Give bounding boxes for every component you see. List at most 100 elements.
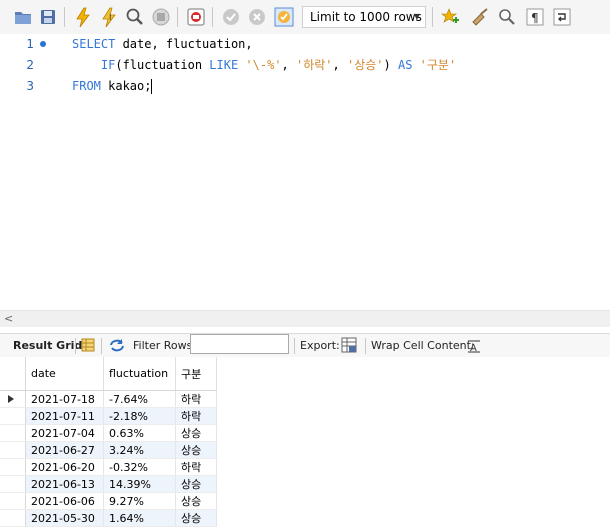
refresh-icon[interactable] (108, 338, 126, 353)
filter-rows-input[interactable] (190, 334, 289, 354)
table-cell[interactable]: -0.32% (103, 458, 176, 476)
row-header[interactable] (0, 441, 26, 459)
toolbar-separator (294, 338, 295, 354)
table-cell[interactable]: 상승 (175, 509, 217, 527)
table-cell[interactable]: -2.18% (103, 407, 176, 425)
row-header[interactable] (0, 424, 26, 442)
table-cell[interactable]: 하락 (175, 407, 217, 425)
sql-text: ) (383, 58, 398, 72)
sql-keyword: AS (397, 58, 413, 72)
row-header[interactable] (0, 492, 26, 510)
table-cell[interactable]: 상승 (175, 441, 217, 459)
result-grid[interactable]: date fluctuation 구분 2021-07-18 -7.64% 하락 20… (0, 357, 610, 530)
invisible-chars-icon[interactable]: ¶ (524, 6, 546, 28)
limit-rows-select[interactable]: Limit to 1000 rows ▼ (302, 6, 426, 28)
code-line-3: 3 FROM kakao; (0, 76, 610, 96)
toolbar-separator (75, 338, 76, 354)
add-snippet-icon[interactable] (439, 6, 461, 28)
table-cell[interactable]: -7.64% (103, 390, 176, 408)
filter-rows-label: Filter Rows: (133, 339, 197, 352)
table-cell[interactable]: 2021-06-27 (25, 441, 104, 459)
table-cell[interactable]: 14.39% (103, 475, 176, 493)
table-cell[interactable]: 2021-06-20 (25, 458, 104, 476)
toolbar-separator (101, 338, 102, 354)
table-cell[interactable]: 상승 (175, 492, 217, 510)
toggle-output-icon[interactable] (185, 6, 207, 28)
execute-current-icon[interactable]: I (98, 6, 120, 28)
table-row[interactable]: 2021-07-11 -2.18% 하락 (0, 407, 217, 425)
table-cell[interactable]: 2021-07-18 (25, 390, 104, 408)
table-cell[interactable]: 2021-06-13 (25, 475, 104, 493)
code-text: FROM kakao; (72, 76, 153, 96)
sql-text: (fluctuation (115, 58, 210, 72)
table-cell[interactable]: 상승 (175, 475, 217, 493)
explain-icon[interactable] (124, 6, 146, 28)
wrap-icon[interactable] (551, 6, 573, 28)
column-header[interactable]: date (25, 357, 104, 391)
stop-icon[interactable] (150, 6, 172, 28)
sql-string: '\-%' (245, 58, 282, 72)
line-number: 2 (26, 58, 34, 72)
table-cell[interactable]: 2021-07-11 (25, 407, 104, 425)
column-header[interactable]: 구분 (175, 357, 217, 391)
row-header[interactable] (0, 475, 26, 493)
table-cell[interactable]: 3.24% (103, 441, 176, 459)
code-text: IF(fluctuation LIKE '\-%', '하락', '상승') A… (72, 55, 456, 75)
table-row[interactable]: 2021-07-18 -7.64% 하락 (0, 390, 217, 408)
chevron-down-icon: ▼ (413, 12, 420, 21)
column-header[interactable]: fluctuation (103, 357, 176, 391)
table-cell[interactable]: 2021-07-04 (25, 424, 104, 442)
scroll-left-icon[interactable]: < (4, 311, 13, 327)
toolbar-separator (365, 338, 366, 354)
sql-string: '하락' (296, 58, 333, 72)
table-cell[interactable]: 상승 (175, 424, 217, 442)
row-header[interactable] (0, 458, 26, 476)
table-cell[interactable]: 하락 (175, 458, 217, 476)
commit-icon[interactable] (220, 6, 242, 28)
table-row[interactable]: 2021-06-13 14.39% 상승 (0, 475, 217, 493)
text-cursor (151, 79, 153, 94)
code-line-1: 1 SELECT date, fluctuation, (0, 34, 610, 54)
table-cell[interactable]: 1.64% (103, 509, 176, 527)
export-icon[interactable] (340, 336, 358, 354)
table-row[interactable]: 2021-06-20 -0.32% 하락 (0, 458, 217, 476)
table-row[interactable]: 2021-06-06 9.27% 상승 (0, 492, 217, 510)
code-line-2: 2 IF(fluctuation LIKE '\-%', '하락', '상승')… (0, 55, 610, 75)
table-cell[interactable]: 하락 (175, 390, 217, 408)
table-cell[interactable]: 0.63% (103, 424, 176, 442)
row-header[interactable] (0, 509, 26, 527)
find-icon[interactable] (496, 6, 518, 28)
table-row[interactable]: 2021-05-30 1.64% 상승 (0, 509, 217, 527)
row-header[interactable] (0, 407, 26, 425)
sql-editor[interactable]: 1 SELECT date, fluctuation, 2 IF(fluctua… (0, 34, 610, 310)
row-header-corner (0, 357, 26, 391)
horizontal-scrollbar[interactable]: < (0, 310, 610, 327)
beautify-icon[interactable] (469, 6, 491, 28)
table-cell[interactable]: 2021-05-30 (25, 509, 104, 527)
table-cell[interactable]: 9.27% (103, 492, 176, 510)
table-row[interactable]: 2021-07-04 0.63% 상승 (0, 424, 217, 442)
sql-keyword: FROM (72, 79, 101, 93)
line-number: 1 (26, 37, 34, 51)
toolbar-separator (177, 7, 178, 27)
row-header[interactable] (0, 390, 26, 408)
result-grid-tab[interactable]: Result Grid (13, 339, 82, 352)
execute-icon[interactable] (72, 6, 94, 28)
limit-rows-label: Limit to 1000 rows (310, 10, 422, 24)
svg-text:I: I (109, 13, 111, 22)
table-cell[interactable]: 2021-06-06 (25, 492, 104, 510)
sql-keyword: SELECT (72, 37, 123, 51)
line-number: 3 (26, 79, 34, 93)
toolbar-separator (212, 7, 213, 27)
result-table: date fluctuation 구분 2021-07-18 -7.64% 하락 20… (0, 357, 217, 527)
wrap-cell-icon[interactable]: A (467, 339, 481, 353)
grid-view-icon[interactable] (81, 338, 95, 352)
open-file-icon[interactable] (12, 6, 34, 28)
table-row[interactable]: 2021-06-27 3.24% 상승 (0, 441, 217, 459)
export-label: Export: (300, 339, 340, 352)
autocommit-icon[interactable] (273, 6, 295, 28)
save-icon[interactable] (37, 6, 59, 28)
rollback-icon[interactable] (246, 6, 268, 28)
